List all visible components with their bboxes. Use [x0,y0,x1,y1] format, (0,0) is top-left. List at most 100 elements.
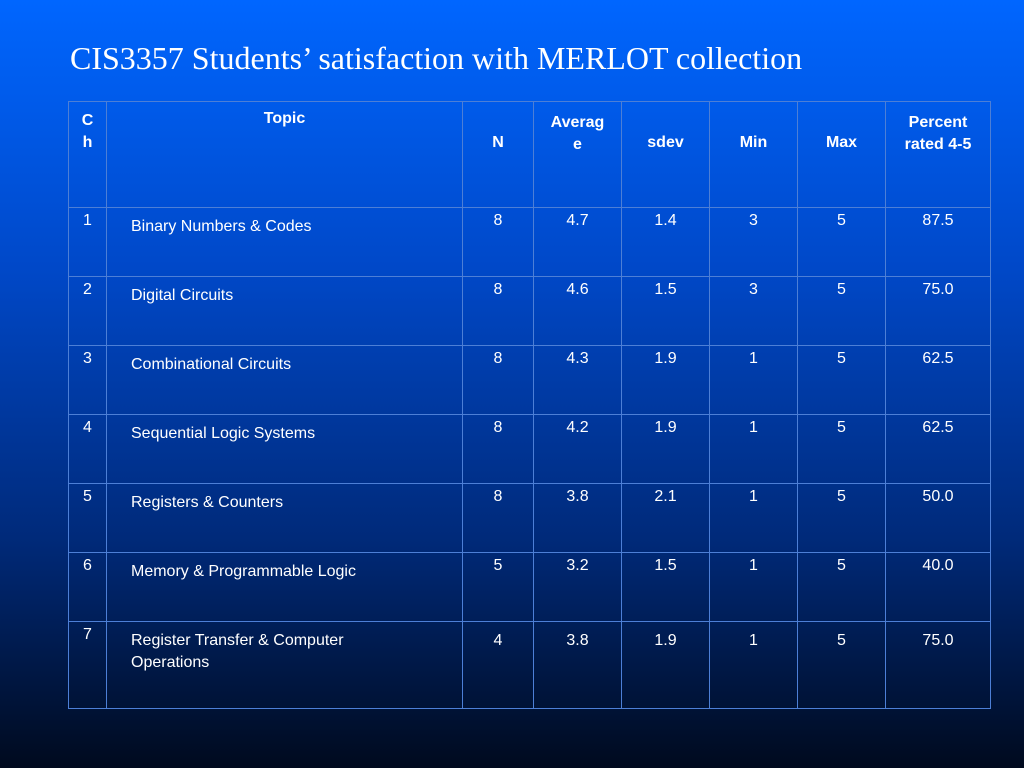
column-header-min: Min [709,101,798,208]
cell-sdev-value: 2.1 [654,488,677,505]
cell-min-value: 1 [749,488,758,505]
table-row: 6 Memory & Programmable Logic 5 3.2 1.5 … [68,552,991,622]
cell-n-value: 4 [493,632,503,649]
cell-topic-value: Binary Numbers & Codes [131,218,312,235]
cell-min: 1 [709,552,798,622]
cell-sdev-value: 1.9 [654,632,677,649]
cell-average-value: 3.2 [566,557,589,574]
cell-ch-value: 7 [83,626,92,643]
cell-average-value: 4.2 [566,419,589,436]
table-row: 7 Register Transfer & Computer Operation… [68,621,991,709]
cell-ch-value: 4 [83,419,92,436]
cell-percent-value: 87.5 [922,212,954,229]
cell-ch: 4 [68,414,107,484]
cell-ch-value: 3 [83,350,92,367]
cell-max: 5 [797,621,886,709]
cell-min-value: 1 [749,350,758,367]
column-header-min-label: Min [739,134,768,151]
cell-percent: 62.5 [885,345,991,415]
cell-average: 4.7 [533,207,622,277]
cell-percent-value: 75.0 [922,281,954,298]
cell-percent-value: 62.5 [922,350,954,367]
column-header-percent: Percent rated 4-5 [885,101,991,208]
cell-n: 8 [462,345,534,415]
cell-topic-value: Memory & Programmable Logic [131,563,356,580]
cell-ch: 6 [68,552,107,622]
cell-min-value: 3 [749,212,758,229]
cell-topic-value: Combinational Circuits [131,356,292,373]
table-row: 5 Registers & Counters 8 3.8 2.1 1 5 50.… [68,483,991,553]
cell-max: 5 [797,414,886,484]
cell-max: 5 [797,345,886,415]
cell-sdev-value: 1.9 [654,350,677,367]
cell-percent: 75.0 [885,276,991,346]
cell-sdev-value: 1.9 [654,419,677,436]
cell-n: 8 [462,276,534,346]
table-row: 1 Binary Numbers & Codes 8 4.7 1.4 3 5 8… [68,207,991,277]
cell-n-value: 5 [493,557,503,574]
cell-topic: Register Transfer & Computer Operations [106,621,463,709]
cell-sdev: 1.9 [621,345,710,415]
cell-sdev: 2.1 [621,483,710,553]
cell-n-value: 8 [493,488,503,505]
column-header-max: Max [797,101,886,208]
cell-topic-value: Register Transfer & Computer Operations [131,632,344,671]
cell-ch: 3 [68,345,107,415]
cell-n: 8 [462,483,534,553]
cell-average: 4.6 [533,276,622,346]
column-header-sdev: sdev [621,101,710,208]
cell-percent-value: 62.5 [922,419,954,436]
cell-n-value: 8 [493,350,503,367]
cell-max-value: 5 [837,632,846,649]
cell-average: 4.3 [533,345,622,415]
cell-min: 3 [709,207,798,277]
cell-average-value: 4.6 [566,281,589,298]
cell-min-value: 1 [749,419,758,436]
cell-n-value: 8 [493,212,503,229]
cell-topic: Binary Numbers & Codes [106,207,463,277]
cell-ch-value: 2 [83,281,92,298]
cell-min-value: 1 [749,632,758,649]
cell-max: 5 [797,207,886,277]
cell-percent-value: 75.0 [922,632,954,649]
column-header-n-label: N [492,134,504,151]
cell-average: 3.8 [533,621,622,709]
cell-sdev-value: 1.5 [654,557,677,574]
cell-min: 1 [709,621,798,709]
cell-max: 5 [797,552,886,622]
table-row: 2 Digital Circuits 8 4.6 1.5 3 5 75.0 [68,276,991,346]
cell-average-value: 4.3 [566,350,589,367]
column-header-topic-label: Topic [263,110,306,127]
column-header-ch-label: C h [81,112,94,151]
cell-n-value: 8 [493,281,503,298]
column-header-percent-label: Percent rated 4-5 [904,114,972,153]
cell-max-value: 5 [837,557,846,574]
satisfaction-table: C h Topic N Averag e sdev Min Max Percen… [68,101,991,709]
cell-topic: Sequential Logic Systems [106,414,463,484]
cell-sdev-value: 1.4 [654,212,677,229]
cell-topic: Combinational Circuits [106,345,463,415]
cell-average: 3.2 [533,552,622,622]
cell-min: 3 [709,276,798,346]
cell-ch: 5 [68,483,107,553]
cell-topic-value: Registers & Counters [131,494,284,511]
cell-n: 8 [462,414,534,484]
cell-average-value: 3.8 [566,632,589,649]
column-header-average: Averag e [533,101,622,208]
cell-sdev: 1.5 [621,552,710,622]
cell-max: 5 [797,276,886,346]
cell-average-value: 3.8 [566,488,589,505]
cell-percent-value: 40.0 [922,557,954,574]
cell-topic: Digital Circuits [106,276,463,346]
cell-average: 3.8 [533,483,622,553]
table-row: 3 Combinational Circuits 8 4.3 1.9 1 5 6… [68,345,991,415]
cell-max: 5 [797,483,886,553]
cell-ch: 7 [68,621,107,709]
column-header-max-label: Max [825,134,858,151]
column-header-topic: Topic [106,101,463,208]
cell-sdev: 1.5 [621,276,710,346]
column-header-n: N [462,101,534,208]
cell-min-value: 1 [749,557,758,574]
cell-n: 8 [462,207,534,277]
column-header-average-label: Averag e [550,114,605,153]
